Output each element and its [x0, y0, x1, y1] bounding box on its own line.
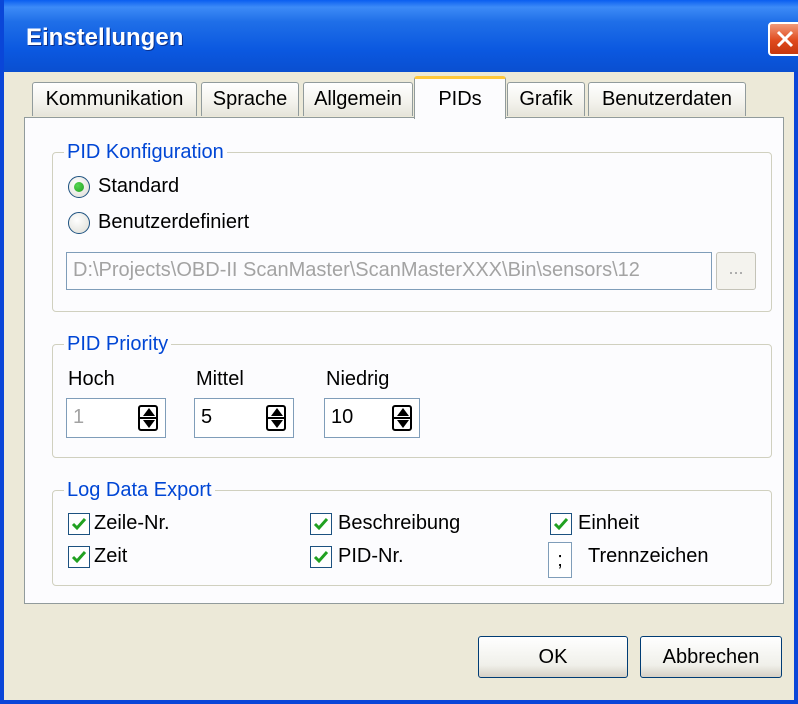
radio-standard-label: Standard	[98, 175, 180, 197]
priority-niedrig-spinner[interactable]: 10	[324, 398, 420, 438]
browse-button[interactable]: ...	[716, 252, 756, 290]
checkmark-icon	[71, 551, 87, 564]
priority-mittel-value: 5	[201, 406, 213, 428]
priority-hoch-value: 1	[73, 406, 85, 428]
settings-dialog: Einstellungen Kommunikation Sprache Allg…	[0, 0, 798, 704]
cancel-button[interactable]: Abbrechen	[640, 636, 782, 678]
radio-benutzerdefiniert-label: Benutzerdefiniert	[98, 211, 250, 233]
pid-file-path-input[interactable]: D:\Projects\OBD-II ScanMaster\ScanMaster…	[66, 252, 712, 290]
close-button[interactable]	[768, 22, 798, 56]
close-icon	[776, 30, 794, 48]
checkmark-icon	[313, 518, 329, 531]
priority-niedrig-label: Niedrig	[326, 368, 390, 390]
arrow-down-icon	[397, 420, 409, 428]
window-title: Einstellungen	[26, 24, 184, 51]
checkbox-einheit-label: Einheit	[578, 512, 640, 534]
checkbox-zeile-nr-label: Zeile-Nr.	[94, 512, 170, 534]
tab-grafik[interactable]: Grafik	[507, 82, 585, 116]
log-export-group	[52, 490, 772, 586]
radio-benutzerdefiniert[interactable]	[68, 212, 90, 234]
spinner-arrows-icon[interactable]	[266, 405, 286, 431]
checkbox-pid-nr[interactable]	[310, 546, 332, 568]
tab-benutzerdaten[interactable]: Benutzerdaten	[588, 82, 746, 116]
arrow-up-icon	[271, 408, 283, 416]
radio-selected-dot	[74, 182, 84, 192]
checkmark-icon	[553, 518, 569, 531]
arrow-down-icon	[143, 420, 155, 428]
pid-config-group-label: PID Konfiguration	[64, 141, 227, 164]
priority-mittel-label: Mittel	[196, 368, 244, 390]
log-export-group-label: Log Data Export	[64, 479, 215, 502]
priority-mittel-spinner[interactable]: 5	[194, 398, 294, 438]
spinner-arrows-icon[interactable]	[138, 405, 158, 431]
priority-niedrig-value: 10	[331, 406, 354, 428]
checkmark-icon	[71, 518, 87, 531]
checkbox-zeit-label: Zeit	[94, 545, 128, 567]
checkbox-einheit[interactable]	[550, 513, 572, 535]
checkbox-beschreibung[interactable]	[310, 513, 332, 535]
arrow-down-icon	[271, 420, 283, 428]
tab-pids[interactable]: PIDs	[414, 76, 506, 119]
priority-hoch-label: Hoch	[68, 368, 115, 390]
arrow-up-icon	[397, 408, 409, 416]
arrow-up-icon	[143, 408, 155, 416]
ok-button[interactable]: OK	[478, 636, 628, 678]
tab-sprache[interactable]: Sprache	[201, 82, 299, 116]
tab-allgemein[interactable]: Allgemein	[303, 82, 413, 116]
pid-priority-group-label: PID Priority	[64, 333, 172, 356]
title-bar[interactable]: Einstellungen	[4, 0, 798, 72]
checkbox-zeile-nr[interactable]	[68, 513, 90, 535]
separator-label: Trennzeichen	[588, 545, 709, 567]
spinner-arrows-icon[interactable]	[392, 405, 412, 431]
radio-standard[interactable]	[68, 176, 90, 198]
checkbox-beschreibung-label: Beschreibung	[338, 512, 461, 534]
checkmark-icon	[313, 551, 329, 564]
separator-input[interactable]: ;	[548, 542, 572, 578]
priority-hoch-spinner[interactable]: 1	[66, 398, 166, 438]
tab-kommunikation[interactable]: Kommunikation	[32, 82, 197, 116]
checkbox-zeit[interactable]	[68, 546, 90, 568]
checkbox-pid-nr-label: PID-Nr.	[338, 545, 404, 567]
